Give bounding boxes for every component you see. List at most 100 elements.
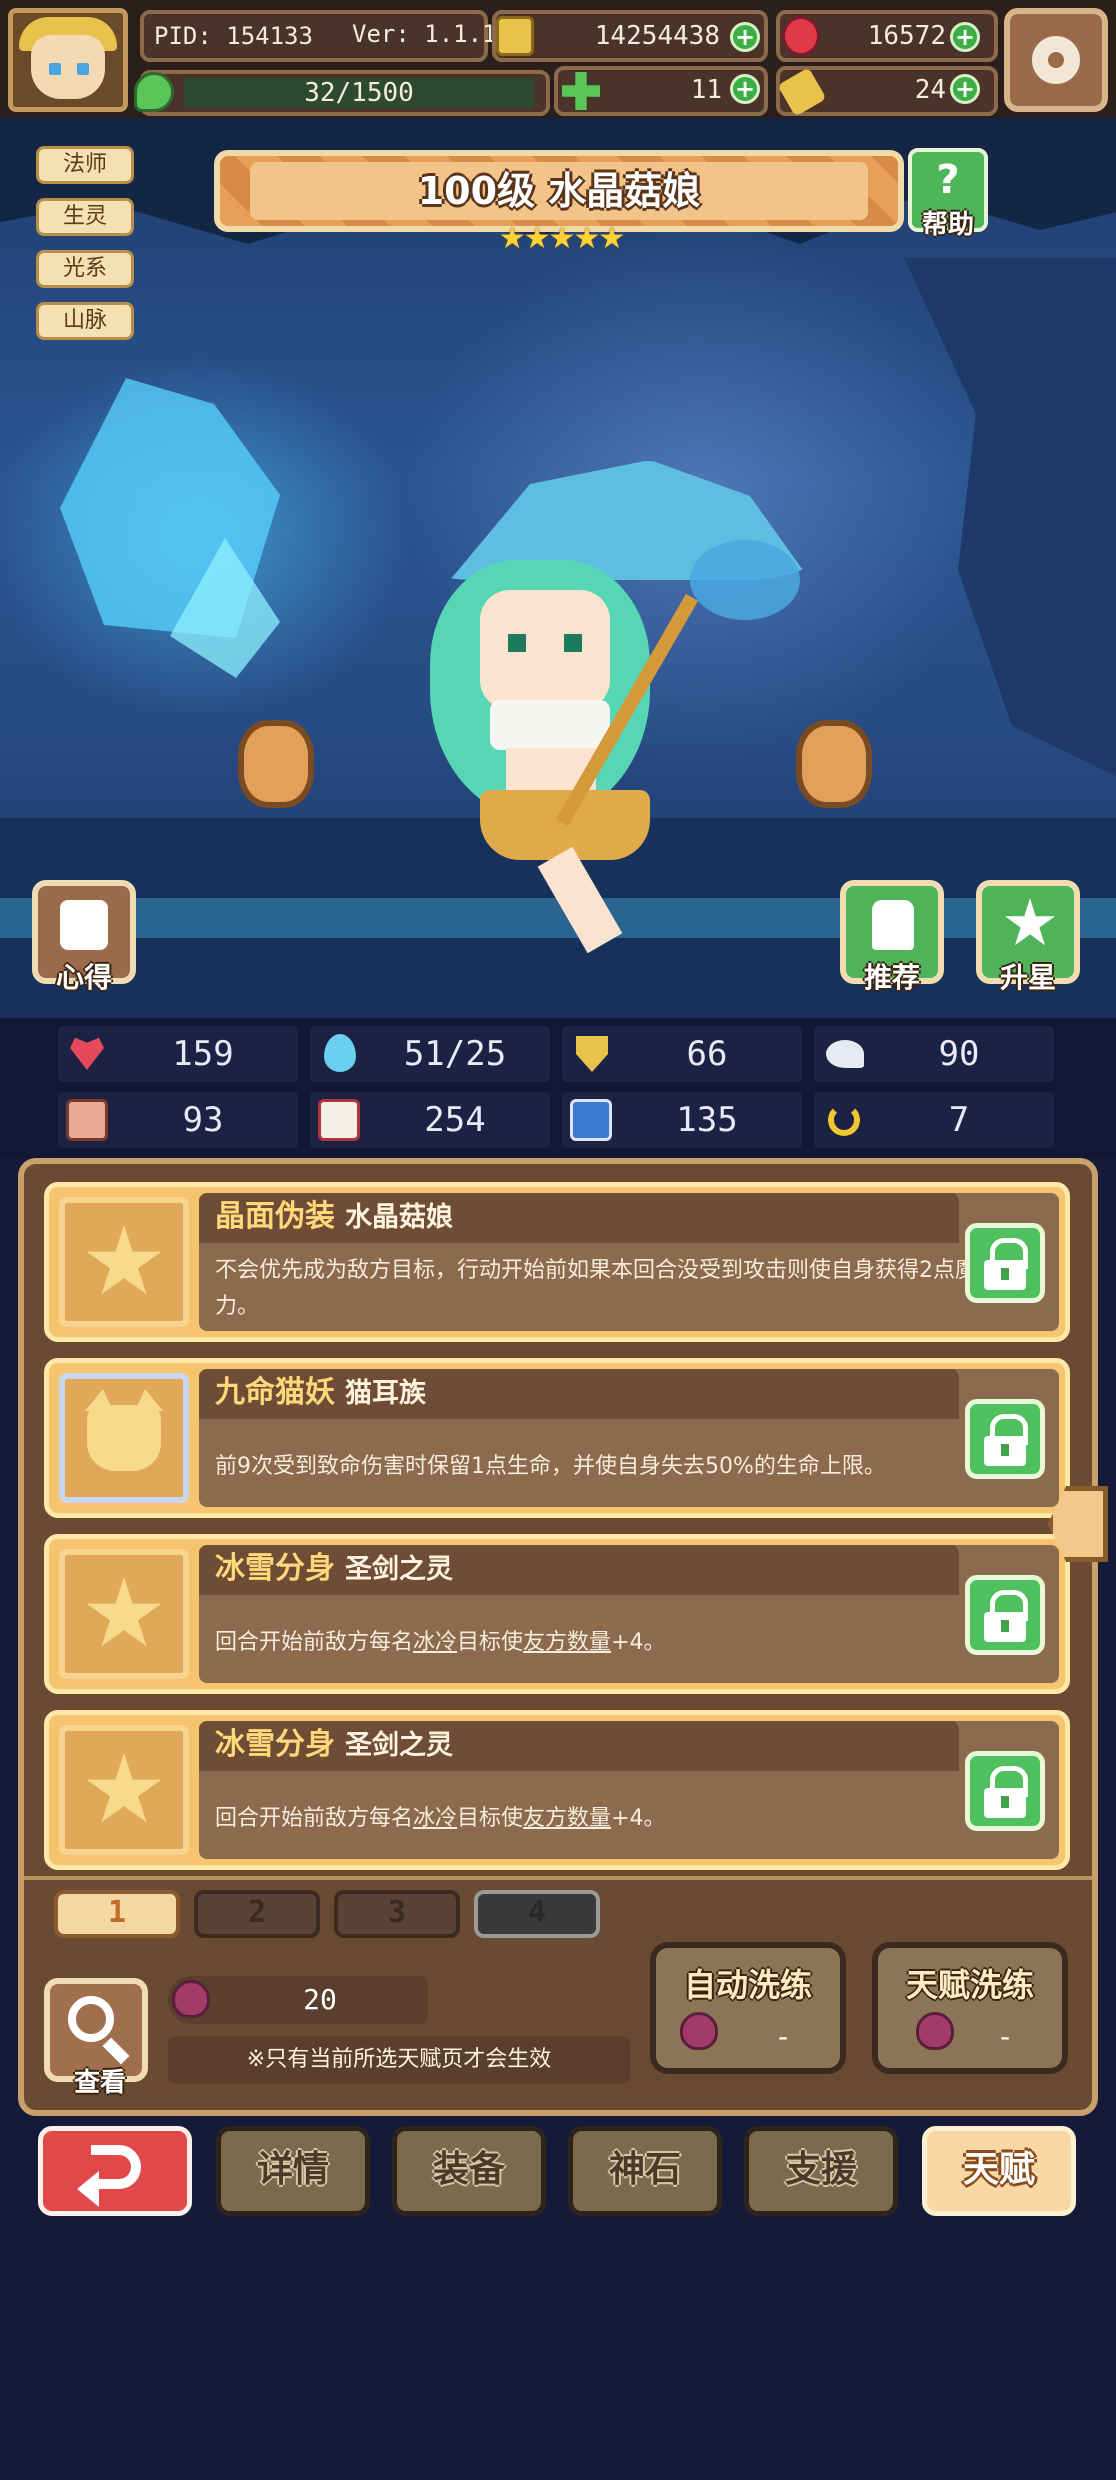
talent-desc: 不会优先成为敌方目标，行动开始前如果本回合没受到攻击则使自身获得2点魔力。 xyxy=(215,1258,977,1319)
talent-page-tab-1[interactable]: 1 xyxy=(54,1890,180,1938)
keyword-link[interactable]: 冰冷 xyxy=(413,1630,457,1655)
talent-name: 晶面伪装 水晶菇娘 xyxy=(215,1197,453,1238)
add-key-button[interactable]: + xyxy=(950,74,980,104)
potion-icon xyxy=(172,1980,210,2018)
talent-page-tab-2[interactable]: 2 xyxy=(194,1890,320,1938)
stamina-bar: 32/1500 xyxy=(140,70,550,116)
back-button[interactable] xyxy=(38,2126,192,2216)
notice-text: ※只有当前所选天赋页才会生效 xyxy=(246,2047,552,2072)
magnifier-icon xyxy=(68,1996,114,2042)
avatar-eye-right xyxy=(77,63,89,75)
stat-magic: 254 xyxy=(310,1092,550,1148)
settings-button[interactable] xyxy=(1004,8,1108,112)
nav-support[interactable]: 支援 xyxy=(744,2126,898,2216)
stat-resist: 135 xyxy=(562,1092,802,1148)
talent-race: 水晶菇娘 xyxy=(345,1202,453,1233)
magic-value: 254 xyxy=(424,1100,486,1140)
water-drop-icon xyxy=(324,1034,356,1072)
add-clover-button[interactable]: + xyxy=(730,74,760,104)
talent-title: 冰雪分身 xyxy=(215,1551,335,1586)
star-emblem-icon xyxy=(59,1549,189,1679)
defense-value: 66 xyxy=(686,1034,728,1074)
potion-icon xyxy=(916,2012,954,2050)
hp-value: 159 xyxy=(172,1034,234,1074)
talent-reroll-label: 天赋洗练 xyxy=(905,1966,1034,2004)
star-emblem-icon xyxy=(59,1197,189,1327)
talent-name: 九命猫妖 猫耳族 xyxy=(215,1373,426,1414)
avatar-eye-left xyxy=(49,63,61,75)
stat-luck: 7 xyxy=(814,1092,1054,1148)
boot-icon xyxy=(570,1099,612,1141)
talent-race: 猫耳族 xyxy=(345,1378,426,1409)
star-icon xyxy=(1005,898,1055,946)
stamina-value: 32/1500 xyxy=(304,78,414,108)
hero-leg xyxy=(537,846,623,954)
avatar-face xyxy=(31,35,105,99)
talent-card-3[interactable]: 冰雪分身 圣剑之灵 回合开始前敌方每名冰冷目标使友方数量+4。 xyxy=(44,1534,1070,1694)
lock-button[interactable] xyxy=(965,1575,1045,1655)
add-gem-button[interactable]: + xyxy=(950,22,980,52)
lock-button[interactable] xyxy=(965,1751,1045,1831)
lock-button[interactable] xyxy=(965,1223,1045,1303)
talent-desc: 前9次受到致命伤害时保留1点生命，并使自身失去50%的生命上限。 xyxy=(215,1454,886,1479)
attack-value: 93 xyxy=(182,1100,224,1140)
talent-race: 圣剑之灵 xyxy=(345,1554,453,1585)
talent-page-tab-3[interactable]: 3 xyxy=(334,1890,460,1938)
auto-reroll-cost: - xyxy=(777,2020,789,2053)
potion-icon xyxy=(680,2012,718,2050)
talent-desc: 回合开始前敌方每名冰冷目标使友方数量+4。 xyxy=(215,1806,666,1831)
player-avatar[interactable] xyxy=(8,8,128,112)
clover-value: 11 xyxy=(690,75,722,105)
nav-talent[interactable]: 天赋 xyxy=(922,2126,1076,2216)
keyword-link[interactable]: 友方数量 xyxy=(523,1630,611,1655)
nav-details[interactable]: 详情 xyxy=(216,2126,370,2216)
pid-text: PID: 154133 xyxy=(154,22,313,50)
nav-equipment[interactable]: 装备 xyxy=(392,2126,546,2216)
hero-top xyxy=(490,700,610,750)
talent-title: 冰雪分身 xyxy=(215,1727,335,1762)
keyword-link[interactable]: 友方数量 xyxy=(523,1806,611,1831)
ruby-gem-icon xyxy=(782,16,820,56)
talent-card-4[interactable]: 冰雪分身 圣剑之灵 回合开始前敌方每名冰冷目标使友方数量+4。 xyxy=(44,1710,1070,1870)
gold-value: 14254438 xyxy=(594,21,720,51)
luck-value: 7 xyxy=(948,1100,970,1140)
hero-eye-left xyxy=(508,634,526,652)
back-arrow-head xyxy=(77,2171,99,2207)
talent-race: 圣剑之灵 xyxy=(345,1730,453,1761)
terrain-tag: 山脉 xyxy=(36,302,134,340)
floating-seed-left-icon xyxy=(238,720,314,808)
floating-seed-right-icon xyxy=(796,720,872,808)
stat-mana: 51/25 xyxy=(310,1026,550,1082)
stat-hp: 159 xyxy=(58,1026,298,1082)
gold-coin-icon xyxy=(496,16,534,56)
staff-orb xyxy=(690,540,800,620)
wing-icon xyxy=(826,1040,864,1068)
talent-reroll-cost: - xyxy=(999,2020,1011,2053)
talent-reroll-button[interactable]: 天赋洗练 - xyxy=(872,1942,1068,2074)
talent-page-tab-4[interactable]: 4 xyxy=(474,1890,600,1938)
auto-reroll-button[interactable]: 自动洗练 - xyxy=(650,1942,846,2074)
notebook-icon xyxy=(60,900,108,950)
heart-icon xyxy=(70,1037,104,1070)
hero-face xyxy=(480,590,610,710)
nav-stone[interactable]: 神石 xyxy=(568,2126,722,2216)
talent-name: 冰雪分身 圣剑之灵 xyxy=(215,1549,453,1590)
race-tag: 生灵 xyxy=(36,198,134,236)
key-value: 24 xyxy=(914,75,946,105)
star-emblem-icon xyxy=(59,1725,189,1855)
hero-character xyxy=(410,460,810,980)
gem-value: 16572 xyxy=(867,21,946,51)
talent-card-2[interactable]: 九命猫妖 猫耳族 前9次受到致命伤害时保留1点生命，并使自身失去50%的生命上限。 xyxy=(44,1358,1070,1518)
fist-icon xyxy=(66,1099,108,1141)
speed-value: 90 xyxy=(938,1034,980,1074)
talent-name: 冰雪分身 圣剑之灵 xyxy=(215,1725,453,1766)
potion-count: 20 xyxy=(303,1983,337,2016)
keyword-link[interactable]: 冰冷 xyxy=(413,1806,457,1831)
resist-value: 135 xyxy=(676,1100,738,1140)
mana-value: 51/25 xyxy=(403,1034,507,1074)
lock-button[interactable] xyxy=(965,1399,1045,1479)
add-gold-button[interactable]: + xyxy=(730,22,760,52)
horseshoe-icon xyxy=(828,1104,860,1136)
help-label: 帮助 xyxy=(921,210,974,240)
talent-card-1[interactable]: 晶面伪装 水晶菇娘 不会优先成为敌方目标，行动开始前如果本回合没受到攻击则使自身获… xyxy=(44,1182,1070,1342)
